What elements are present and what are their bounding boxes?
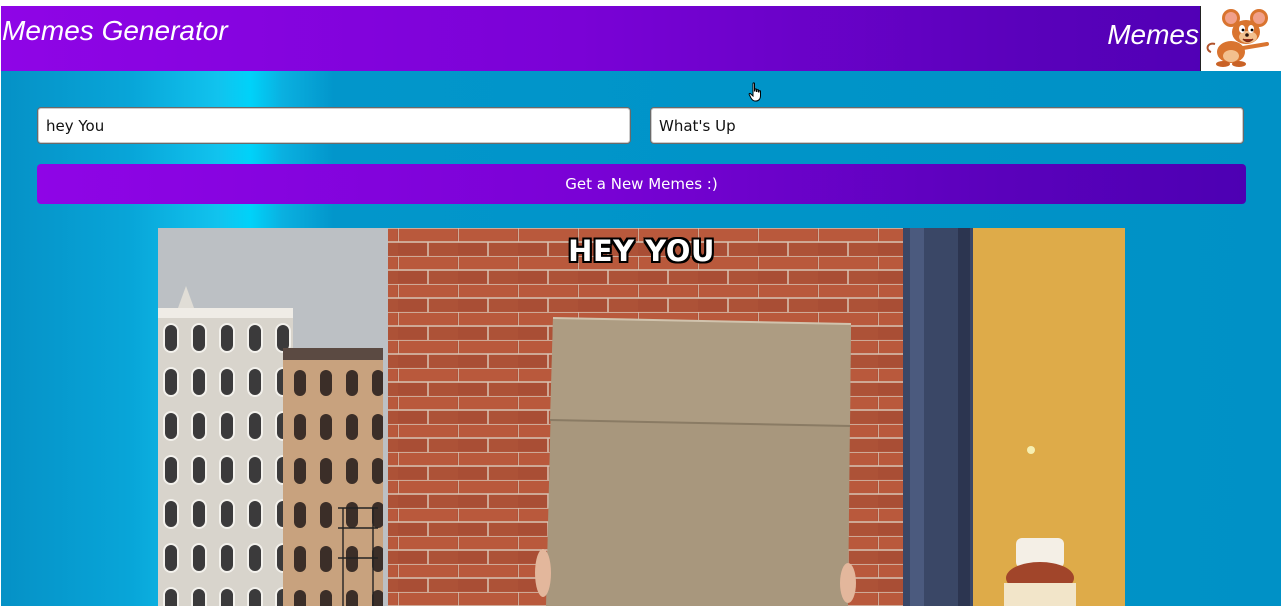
main-content: Get a New Memes :)	[1, 71, 1281, 606]
mouse-logo-icon	[1200, 6, 1281, 71]
app-title: Memes Generator	[2, 15, 228, 46]
app-header: Memes Generator Memes	[1, 6, 1281, 71]
app-frame: Memes Generator Memes hey You What's Up …	[0, 0, 1283, 606]
mouse-cartoon-icon	[1206, 9, 1269, 67]
meme-image	[158, 228, 1125, 606]
meme-image-container: hey You	[158, 228, 1125, 606]
top-text-input[interactable]	[37, 107, 631, 144]
meme-top-caption: hey You	[568, 234, 715, 268]
bottom-text-input[interactable]	[650, 107, 1244, 144]
get-new-meme-button[interactable]: Get a New Memes :)	[37, 164, 1246, 204]
nav-memes-link[interactable]: Memes	[1107, 19, 1199, 51]
